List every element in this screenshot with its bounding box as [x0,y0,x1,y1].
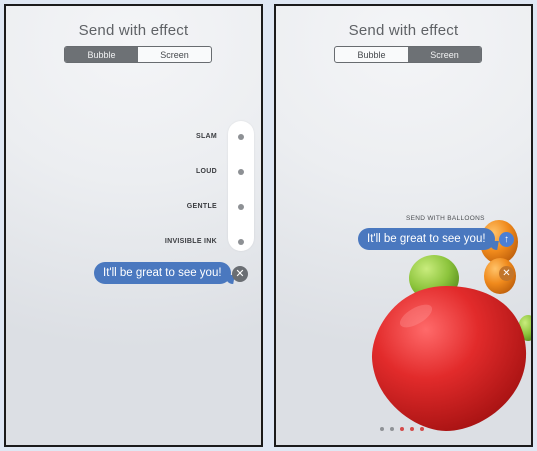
effect-selector-track [228,121,254,251]
effect-label-slam[interactable]: SLAM [196,133,217,140]
effect-type-segmented-control: Bubble Screen [334,46,482,63]
close-icon[interactable]: ✕ [232,266,248,282]
balloon-green-left [409,255,459,301]
effect-dot-gentle[interactable] [238,204,244,210]
message-bubble: It'll be great to see you! [94,262,231,284]
page-dot[interactable] [390,427,394,431]
phone-screen-bubble-effects: Send with effect Bubble Screen SLAM LOUD… [4,4,263,447]
tab-screen[interactable]: Screen [408,47,481,62]
balloons-animation [371,220,531,431]
page-title: Send with effect [348,22,459,39]
effect-label-invisible-ink[interactable]: INVISIBLE INK [165,238,217,245]
tab-screen[interactable]: Screen [138,47,211,62]
effect-dot-invisible-ink[interactable] [238,239,244,245]
tab-bubble[interactable]: Bubble [65,47,138,62]
balloon-green-right [518,315,531,341]
balloon-red-big [371,286,527,431]
close-icon[interactable]: ✕ [499,266,514,281]
effect-label-loud[interactable]: LOUD [196,168,217,175]
page-dot[interactable] [400,427,404,431]
page-dot[interactable] [420,427,424,431]
effect-dot-slam[interactable] [238,134,244,140]
page-indicator[interactable] [380,427,424,431]
effect-label-send-with-balloons: SEND WITH BALLOONS [406,215,485,222]
page-dot[interactable] [410,427,414,431]
page-dot[interactable] [380,427,384,431]
effect-label-gentle[interactable]: GENTLE [187,203,217,210]
page-title: Send with effect [78,22,189,39]
up-arrow-icon[interactable]: ↑ [499,232,514,247]
message-bubble: It'll be great to see you! [358,228,495,250]
tab-bubble[interactable]: Bubble [335,47,408,62]
effect-dot-loud[interactable] [238,169,244,175]
phone-screen-screen-effects: Send with effect Bubble Screen SEND WITH… [274,4,533,447]
effect-type-segmented-control: Bubble Screen [64,46,212,63]
